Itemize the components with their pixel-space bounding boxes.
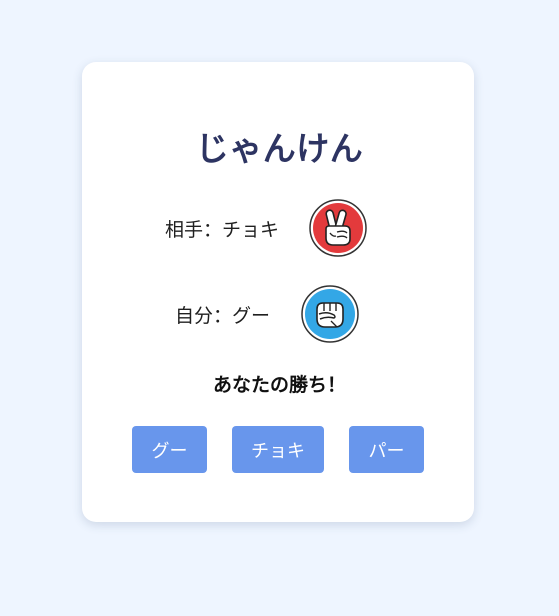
opponent-hand-label: 相手：チョキ bbox=[165, 218, 280, 241]
self-row: 自分：グー bbox=[175, 284, 359, 344]
paper-button[interactable]: パー bbox=[349, 426, 424, 473]
scissors-button[interactable]: チョキ bbox=[232, 426, 324, 473]
scissors-hand-icon bbox=[309, 199, 367, 257]
rock-button[interactable]: グー bbox=[132, 426, 207, 473]
self-hand-label: 自分：グー bbox=[175, 304, 271, 327]
result-message: あなたの勝ち！ bbox=[212, 374, 346, 396]
rock-fist-icon bbox=[301, 285, 359, 343]
page-title: じゃんけん bbox=[195, 129, 364, 168]
opponent-row: 相手：チョキ bbox=[165, 198, 367, 258]
